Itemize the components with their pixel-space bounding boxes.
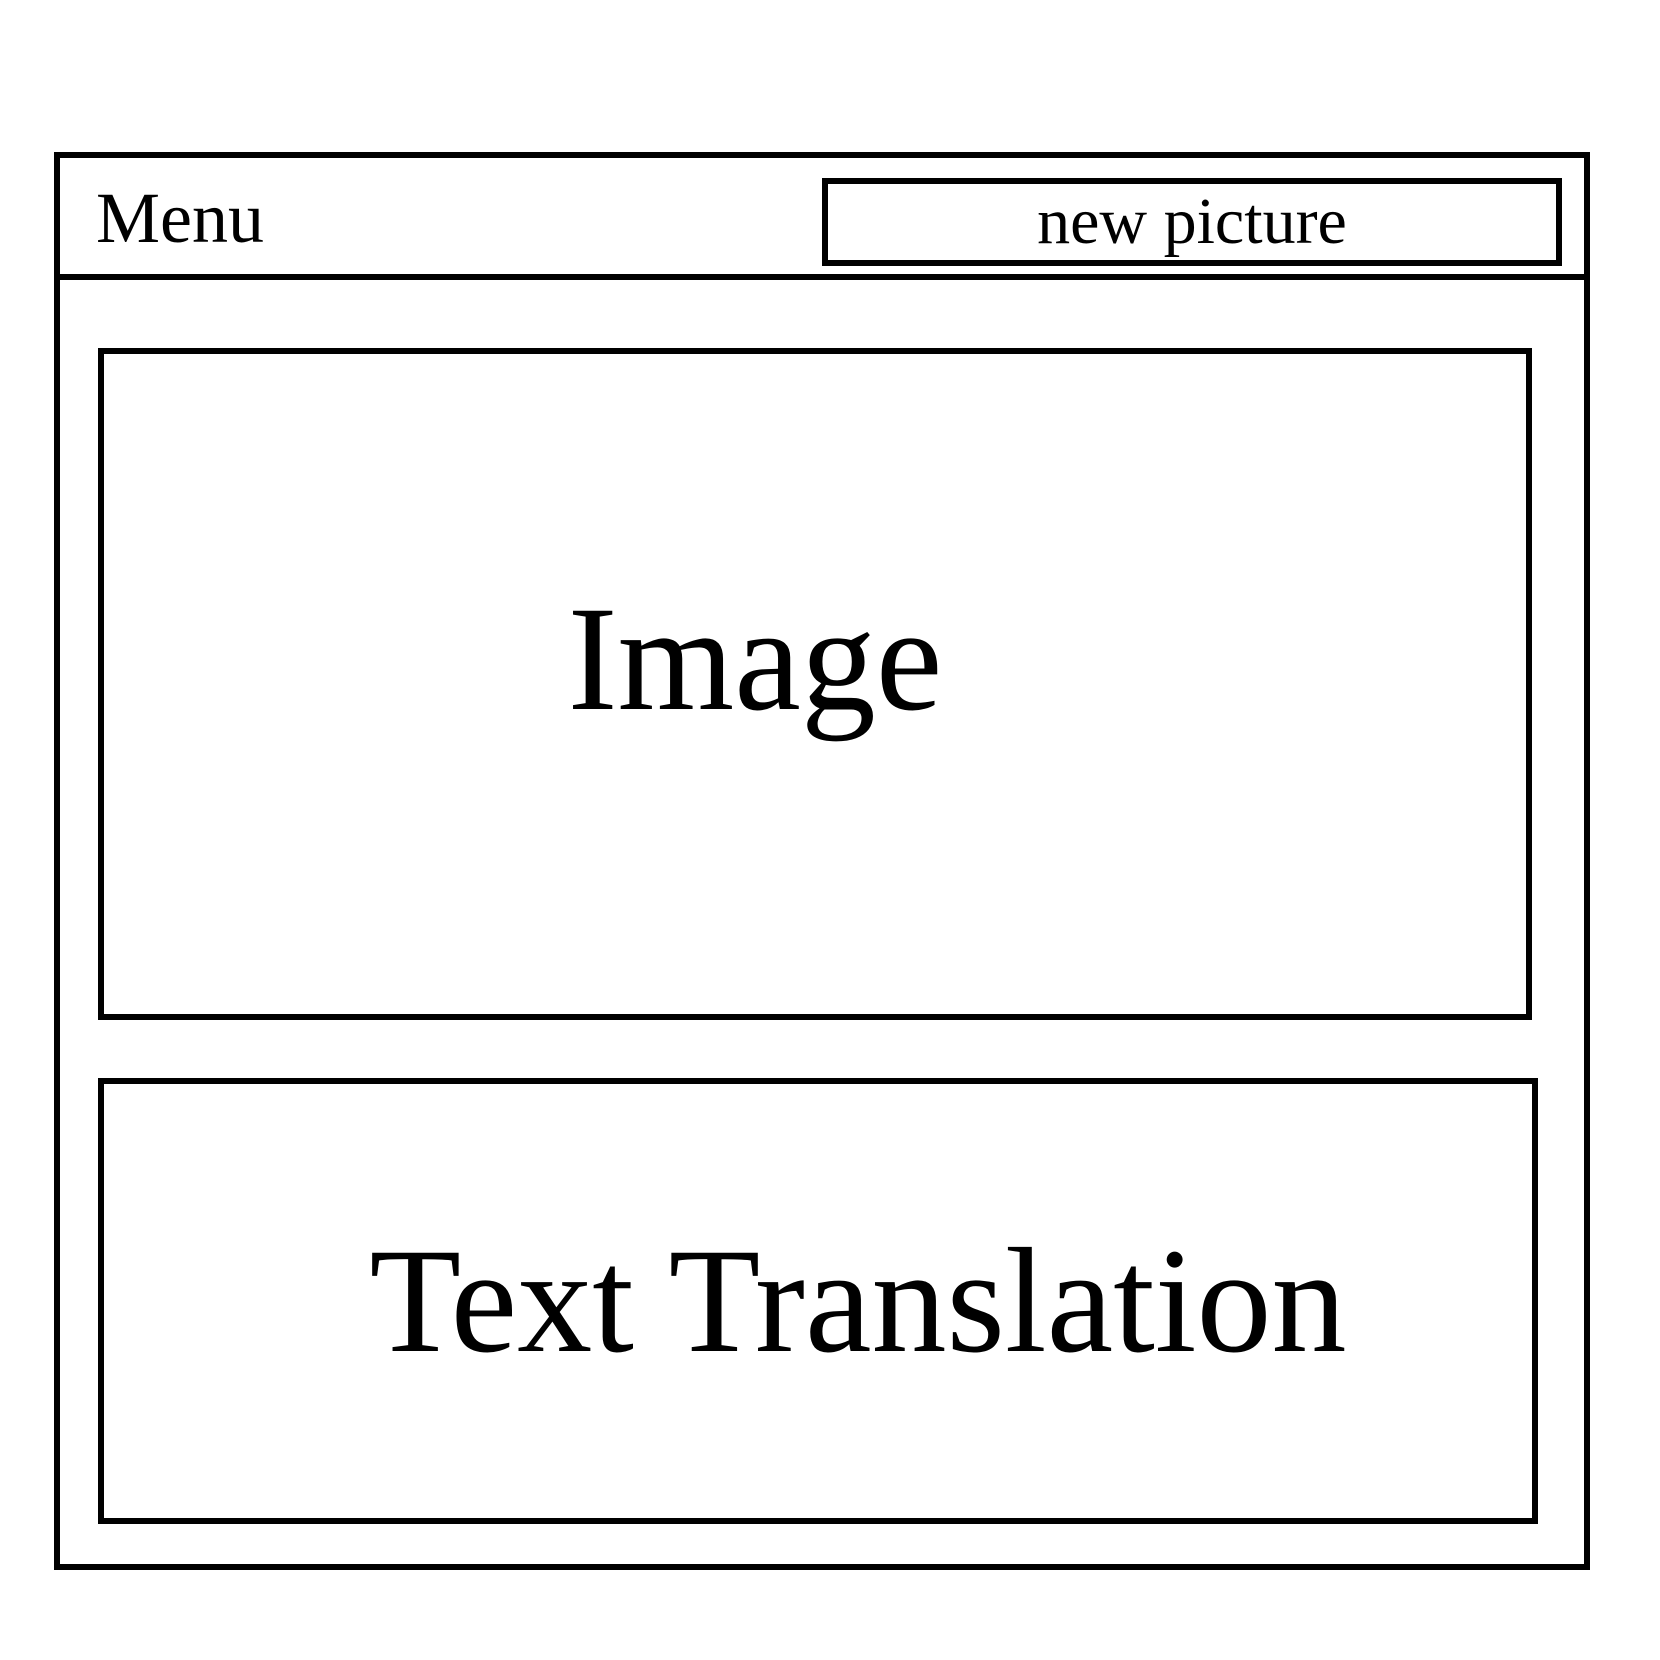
image-panel-label: Image	[567, 576, 943, 742]
app-frame: Menu new picture Image Text Translation	[54, 152, 1590, 1570]
menu-button[interactable]: Menu	[96, 178, 264, 258]
header-bar: Menu new picture	[60, 158, 1584, 280]
image-panel: Image	[98, 348, 1532, 1020]
new-picture-button[interactable]: new picture	[822, 178, 1562, 266]
text-translation-panel: Text Translation	[98, 1078, 1538, 1524]
text-translation-label: Text Translation	[369, 1218, 1347, 1384]
